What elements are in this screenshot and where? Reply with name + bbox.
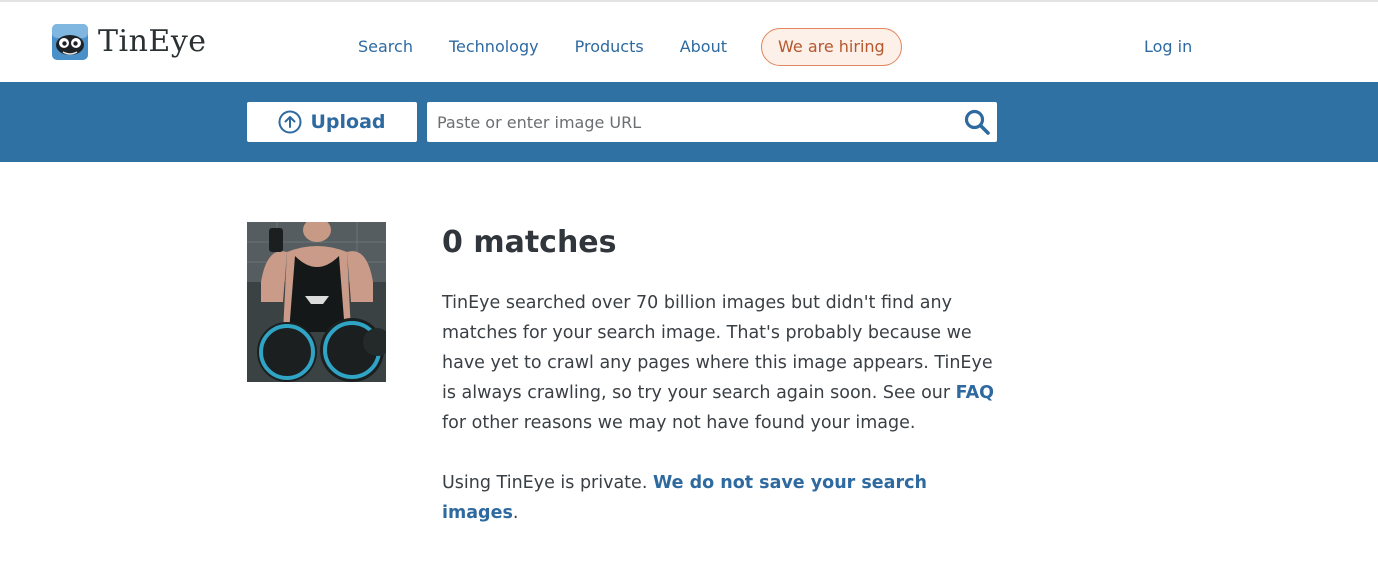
upload-button[interactable]: Upload [247, 102, 417, 142]
faq-link[interactable]: FAQ [956, 383, 994, 403]
hiring-button[interactable]: We are hiring [761, 28, 902, 66]
no-matches-message: TinEye searched over 70 billion images b… [442, 288, 1002, 438]
logo[interactable]: TinEye [52, 24, 207, 60]
privacy-end: . [512, 503, 519, 523]
main-nav: Search Technology Products About We are … [358, 28, 902, 66]
upload-arrow-icon [278, 110, 302, 134]
search-image-thumbnail[interactable] [247, 222, 386, 382]
image-url-input[interactable] [427, 102, 957, 142]
upload-label: Upload [310, 111, 386, 133]
search-submit-button[interactable] [963, 108, 991, 136]
nav-about[interactable]: About [680, 28, 727, 66]
logo-text: TinEye [98, 24, 207, 59]
site-header: TinEye Search Technology Products About … [0, 2, 1378, 82]
matches-count-heading: 0 matches [442, 225, 617, 260]
tineye-logo-icon [52, 24, 88, 60]
search-bar: Upload [0, 82, 1378, 162]
nav-search[interactable]: Search [358, 28, 413, 66]
url-field-wrapper [427, 102, 997, 142]
privacy-notice: Using TinEye is private. We do not save … [442, 468, 1002, 528]
message-text-2: for other reasons we may not have found … [442, 413, 916, 433]
login-link[interactable]: Log in [1144, 28, 1192, 66]
results-content: 0 matches TinEye searched over 70 billio… [442, 224, 1002, 528]
nav-technology[interactable]: Technology [449, 28, 539, 66]
results-section: 0 matches TinEye searched over 70 billio… [0, 162, 1378, 562]
search-icon [964, 109, 990, 135]
search-image-picture [247, 222, 386, 382]
privacy-text: Using TinEye is private. [442, 473, 653, 493]
message-text-1: TinEye searched over 70 billion images b… [442, 293, 993, 403]
nav-products[interactable]: Products [575, 28, 644, 66]
